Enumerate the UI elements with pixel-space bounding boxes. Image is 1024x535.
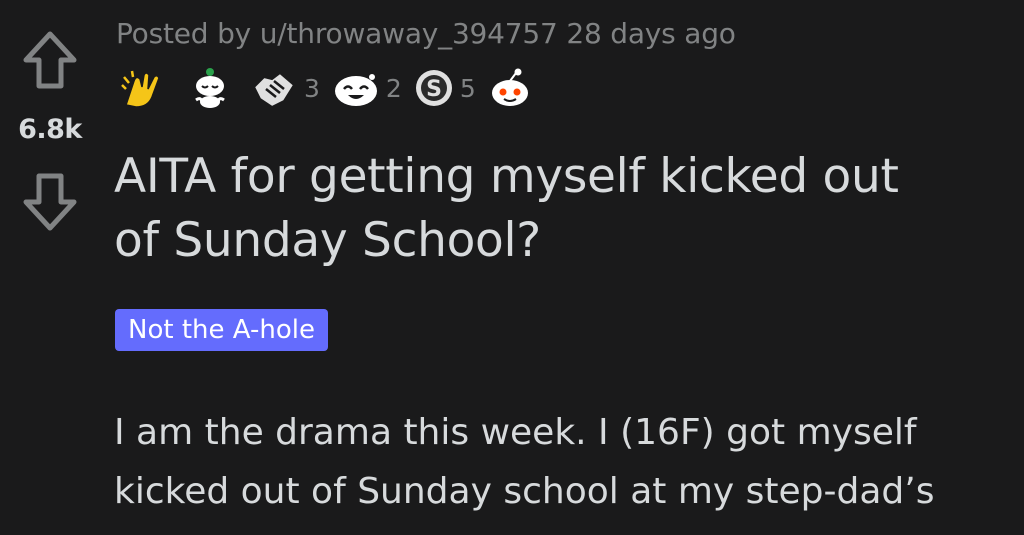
reddit-post: 6.8k Posted by u/throwaway_394757 28 day… — [0, 0, 1024, 535]
post-body-line-1: I am the drama this week. I (16F) got my… — [114, 412, 917, 453]
award-clapping-hands[interactable] — [120, 67, 166, 109]
vote-score: 6.8k — [18, 114, 82, 145]
award-snoo-laughing[interactable]: 2 — [332, 67, 414, 109]
snoo-wholesome-award-icon — [491, 68, 528, 106]
award-count: 5 — [459, 73, 476, 103]
award-snoo-meditate[interactable] — [188, 66, 232, 110]
post-title[interactable]: AITA for getting myself kicked out of Su… — [114, 145, 1019, 273]
vote-column: 6.8k — [0, 0, 100, 535]
downvote-arrow-icon — [23, 173, 77, 231]
post-body-line-2: kicked out of Sunday school at my step-d… — [114, 471, 935, 512]
snoo-meditate-award-icon — [195, 68, 225, 108]
upvote-arrow-icon — [23, 31, 77, 89]
awards-row[interactable]: 3 2 S 5 — [120, 66, 532, 110]
post-flair-badge[interactable]: Not the A-hole — [115, 309, 328, 351]
award-snoo-wholesome[interactable] — [488, 67, 532, 109]
handshake-award-icon — [252, 71, 296, 109]
silver-coin-award-icon: S — [415, 70, 452, 106]
downvote-button[interactable] — [22, 170, 78, 234]
clapping-hands-award-icon — [121, 70, 160, 108]
svg-text:S: S — [426, 77, 442, 102]
post-meta-line[interactable]: Posted by u/throwaway_394757 28 days ago — [116, 17, 736, 50]
award-handshake[interactable]: 3 — [250, 67, 332, 109]
post-title-line-1: AITA for getting myself kicked out — [114, 149, 899, 204]
award-count: 3 — [304, 73, 320, 103]
post-title-line-2: of Sunday School? — [114, 213, 541, 268]
snoo-laughing-award-icon — [334, 74, 377, 106]
upvote-button[interactable] — [22, 28, 78, 92]
award-silver[interactable]: S 5 — [414, 68, 488, 108]
award-count: 2 — [385, 73, 402, 103]
post-body: I am the drama this week. I (16F) got my… — [114, 403, 1014, 521]
